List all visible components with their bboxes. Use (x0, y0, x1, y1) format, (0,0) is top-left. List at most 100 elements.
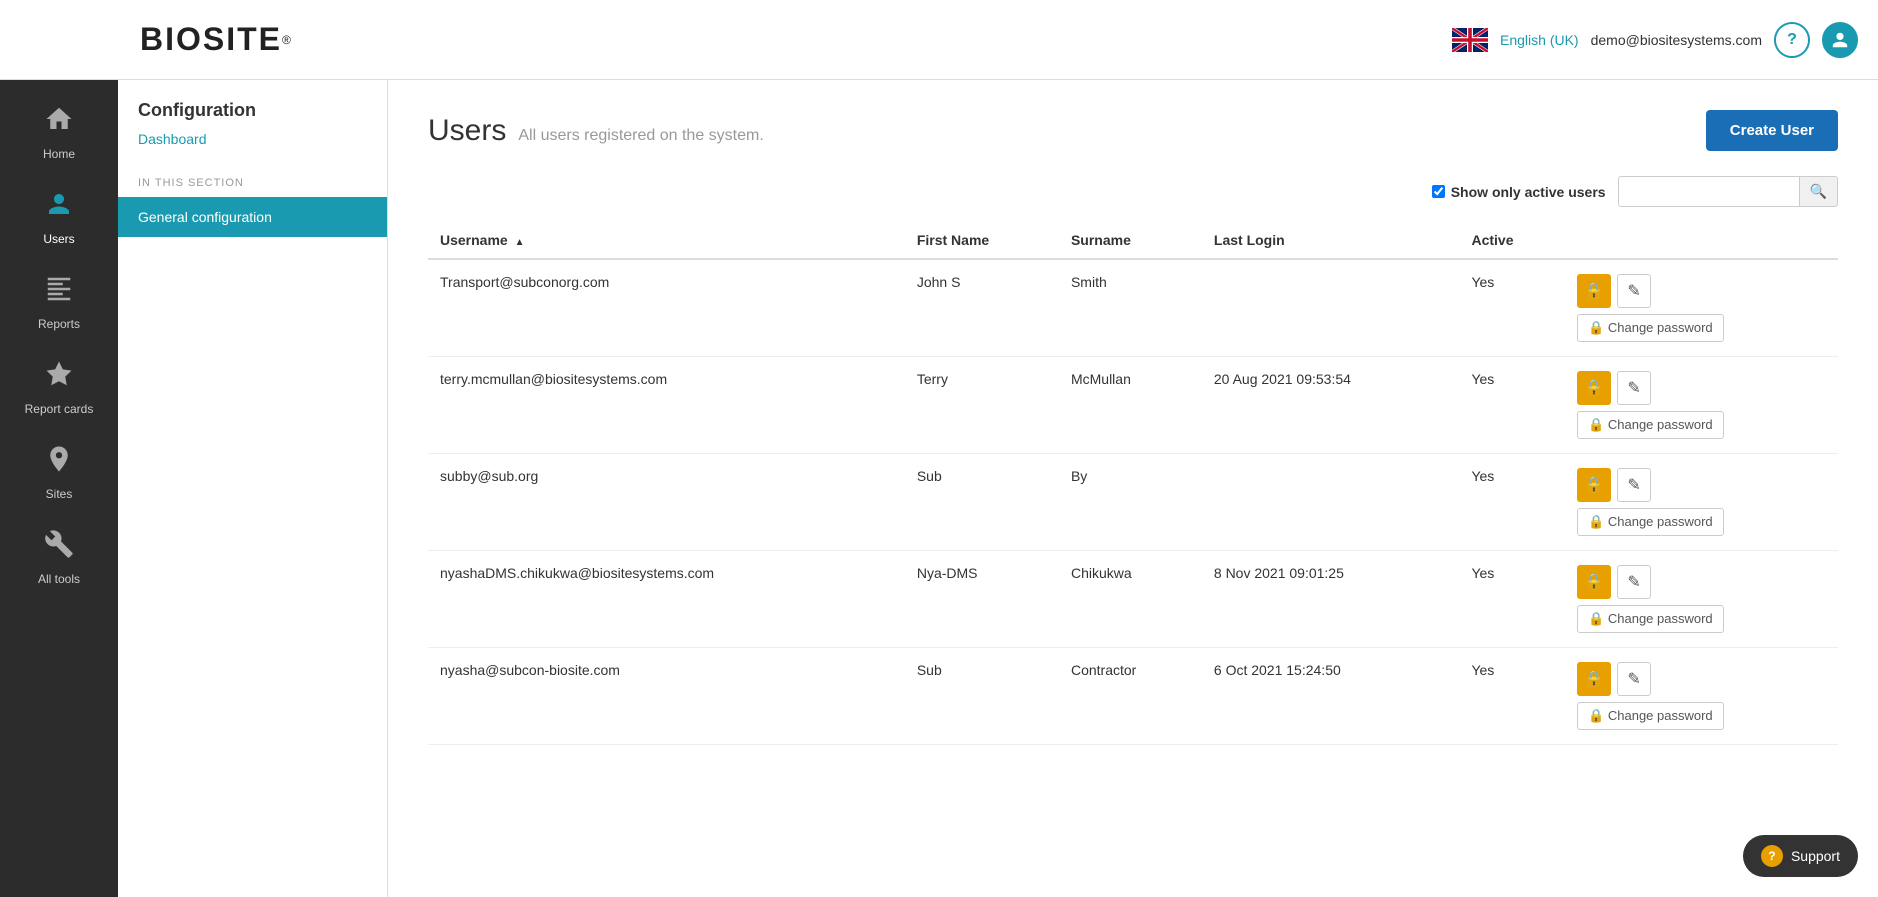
show-active-checkbox[interactable] (1432, 185, 1445, 198)
cell-active: Yes (1459, 454, 1565, 551)
report-cards-icon (44, 359, 74, 396)
edit-button[interactable]: ✎ (1617, 662, 1651, 696)
sidebar-item-report-cards[interactable]: Report cards (0, 345, 118, 430)
cell-actions: 🔒✎ 🔒 Change password (1565, 357, 1838, 454)
change-password-button[interactable]: 🔒 Change password (1577, 605, 1724, 633)
in-this-section-label: IN THIS SECTION (118, 167, 387, 197)
create-user-button[interactable]: Create User (1706, 110, 1838, 151)
edit-button[interactable]: ✎ (1617, 371, 1651, 405)
users-icon (44, 189, 74, 226)
sidebar-label-sites: Sites (46, 487, 73, 501)
sidebar-menu-general-config[interactable]: General configuration (118, 197, 387, 237)
cell-username: nyasha@subcon-biosite.com (428, 648, 905, 745)
cell-firstname: Sub (905, 454, 1059, 551)
col-surname: Surname (1059, 222, 1202, 259)
users-table: Username ▲ First Name Surname Last Login… (428, 222, 1838, 745)
table-header-row: Username ▲ First Name Surname Last Login… (428, 222, 1838, 259)
sort-arrow-username: ▲ (515, 237, 525, 248)
support-icon: ? (1761, 845, 1783, 867)
cell-actions: 🔒✎ 🔒 Change password (1565, 454, 1838, 551)
change-password-button[interactable]: 🔒 Change password (1577, 314, 1724, 342)
lock-button[interactable]: 🔒 (1577, 371, 1611, 405)
flag-icon (1452, 28, 1488, 52)
cell-surname: Chikukwa (1059, 551, 1202, 648)
edit-button[interactable]: ✎ (1617, 274, 1651, 308)
cell-firstname: Sub (905, 648, 1059, 745)
table-row: terry.mcmullan@biositesystems.comTerryMc… (428, 357, 1838, 454)
lock-button[interactable]: 🔒 (1577, 468, 1611, 502)
cell-active: Yes (1459, 357, 1565, 454)
cell-actions: 🔒✎ 🔒 Change password (1565, 551, 1838, 648)
search-box: 🔍 (1618, 176, 1838, 207)
help-button[interactable]: ? (1774, 22, 1810, 58)
col-actions (1565, 222, 1838, 259)
cell-surname: McMullan (1059, 357, 1202, 454)
table-row: nyasha@subcon-biosite.comSubContractor6 … (428, 648, 1838, 745)
cell-surname: Smith (1059, 259, 1202, 357)
logo-reg: ® (282, 33, 291, 47)
sidebar-item-users[interactable]: Users (0, 175, 118, 260)
cell-actions: 🔒✎ 🔒 Change password (1565, 648, 1838, 745)
section-subtitle: Dashboard (118, 131, 387, 167)
change-password-button[interactable]: 🔒 Change password (1577, 702, 1724, 730)
sidebar-item-sites[interactable]: Sites (0, 430, 118, 515)
edit-button[interactable]: ✎ (1617, 565, 1651, 599)
change-password-button[interactable]: 🔒 Change password (1577, 508, 1724, 536)
search-button[interactable]: 🔍 (1799, 177, 1837, 206)
logo-text: BIOSITE (140, 21, 282, 58)
sidebar-label-home: Home (43, 147, 75, 161)
cell-firstname: John S (905, 259, 1059, 357)
sidebar-item-reports[interactable]: Reports (0, 260, 118, 345)
left-sidebar: Home Users Reports Report cards (0, 80, 118, 897)
sites-icon (44, 444, 74, 481)
user-menu-button[interactable] (1822, 22, 1858, 58)
sidebar-label-reports: Reports (38, 317, 80, 331)
lock-button[interactable]: 🔒 (1577, 274, 1611, 308)
cell-active: Yes (1459, 551, 1565, 648)
sidebar-label-report-cards: Report cards (25, 402, 94, 416)
reports-icon (44, 274, 74, 311)
sidebar-label-users: Users (43, 232, 74, 246)
controls-row: Show only active users 🔍 (428, 176, 1838, 207)
user-email: demo@biositesystems.com (1591, 32, 1762, 48)
secondary-sidebar: Configuration Dashboard IN THIS SECTION … (118, 80, 388, 897)
cell-last-login: 6 Oct 2021 15:24:50 (1202, 648, 1460, 745)
lock-button[interactable]: 🔒 (1577, 565, 1611, 599)
logo: BIOSITE® (140, 21, 291, 58)
sidebar-item-all-tools[interactable]: All tools (0, 515, 118, 600)
show-active-label: Show only active users (1451, 184, 1606, 200)
section-title: Configuration (118, 100, 387, 131)
cell-last-login (1202, 454, 1460, 551)
support-label: Support (1791, 848, 1840, 864)
page-header: Users All users registered on the system… (428, 110, 1838, 151)
change-password-button[interactable]: 🔒 Change password (1577, 411, 1724, 439)
sidebar-label-all-tools: All tools (38, 572, 80, 586)
lock-button[interactable]: 🔒 (1577, 662, 1611, 696)
home-icon (44, 104, 74, 141)
cell-username: subby@sub.org (428, 454, 905, 551)
top-right-area: English (UK) demo@biositesystems.com ? (1452, 22, 1858, 58)
col-last-login: Last Login (1202, 222, 1460, 259)
cell-username: nyashaDMS.chikukwa@biositesystems.com (428, 551, 905, 648)
cell-surname: By (1059, 454, 1202, 551)
page-subtitle: All users registered on the system. (518, 127, 763, 145)
language-selector[interactable]: English (UK) (1500, 32, 1579, 48)
table-row: subby@sub.orgSubBy Yes 🔒✎ 🔒 Change password (428, 454, 1838, 551)
cell-username: Transport@subconorg.com (428, 259, 905, 357)
col-username[interactable]: Username ▲ (428, 222, 905, 259)
page-title-area: Users All users registered on the system… (428, 114, 764, 148)
main-layout: Home Users Reports Report cards (0, 80, 1878, 897)
col-firstname: First Name (905, 222, 1059, 259)
cell-last-login (1202, 259, 1460, 357)
cell-surname: Contractor (1059, 648, 1202, 745)
edit-button[interactable]: ✎ (1617, 468, 1651, 502)
table-row: Transport@subconorg.comJohn SSmithYes🔒✎🔒… (428, 259, 1838, 357)
cell-firstname: Terry (905, 357, 1059, 454)
cell-username: terry.mcmullan@biositesystems.com (428, 357, 905, 454)
sidebar-item-home[interactable]: Home (0, 90, 118, 175)
cell-active: Yes (1459, 648, 1565, 745)
search-input[interactable] (1619, 178, 1799, 206)
main-content: Users All users registered on the system… (388, 80, 1878, 897)
show-active-checkbox-label[interactable]: Show only active users (1432, 184, 1606, 200)
support-button[interactable]: ? Support (1743, 835, 1858, 877)
